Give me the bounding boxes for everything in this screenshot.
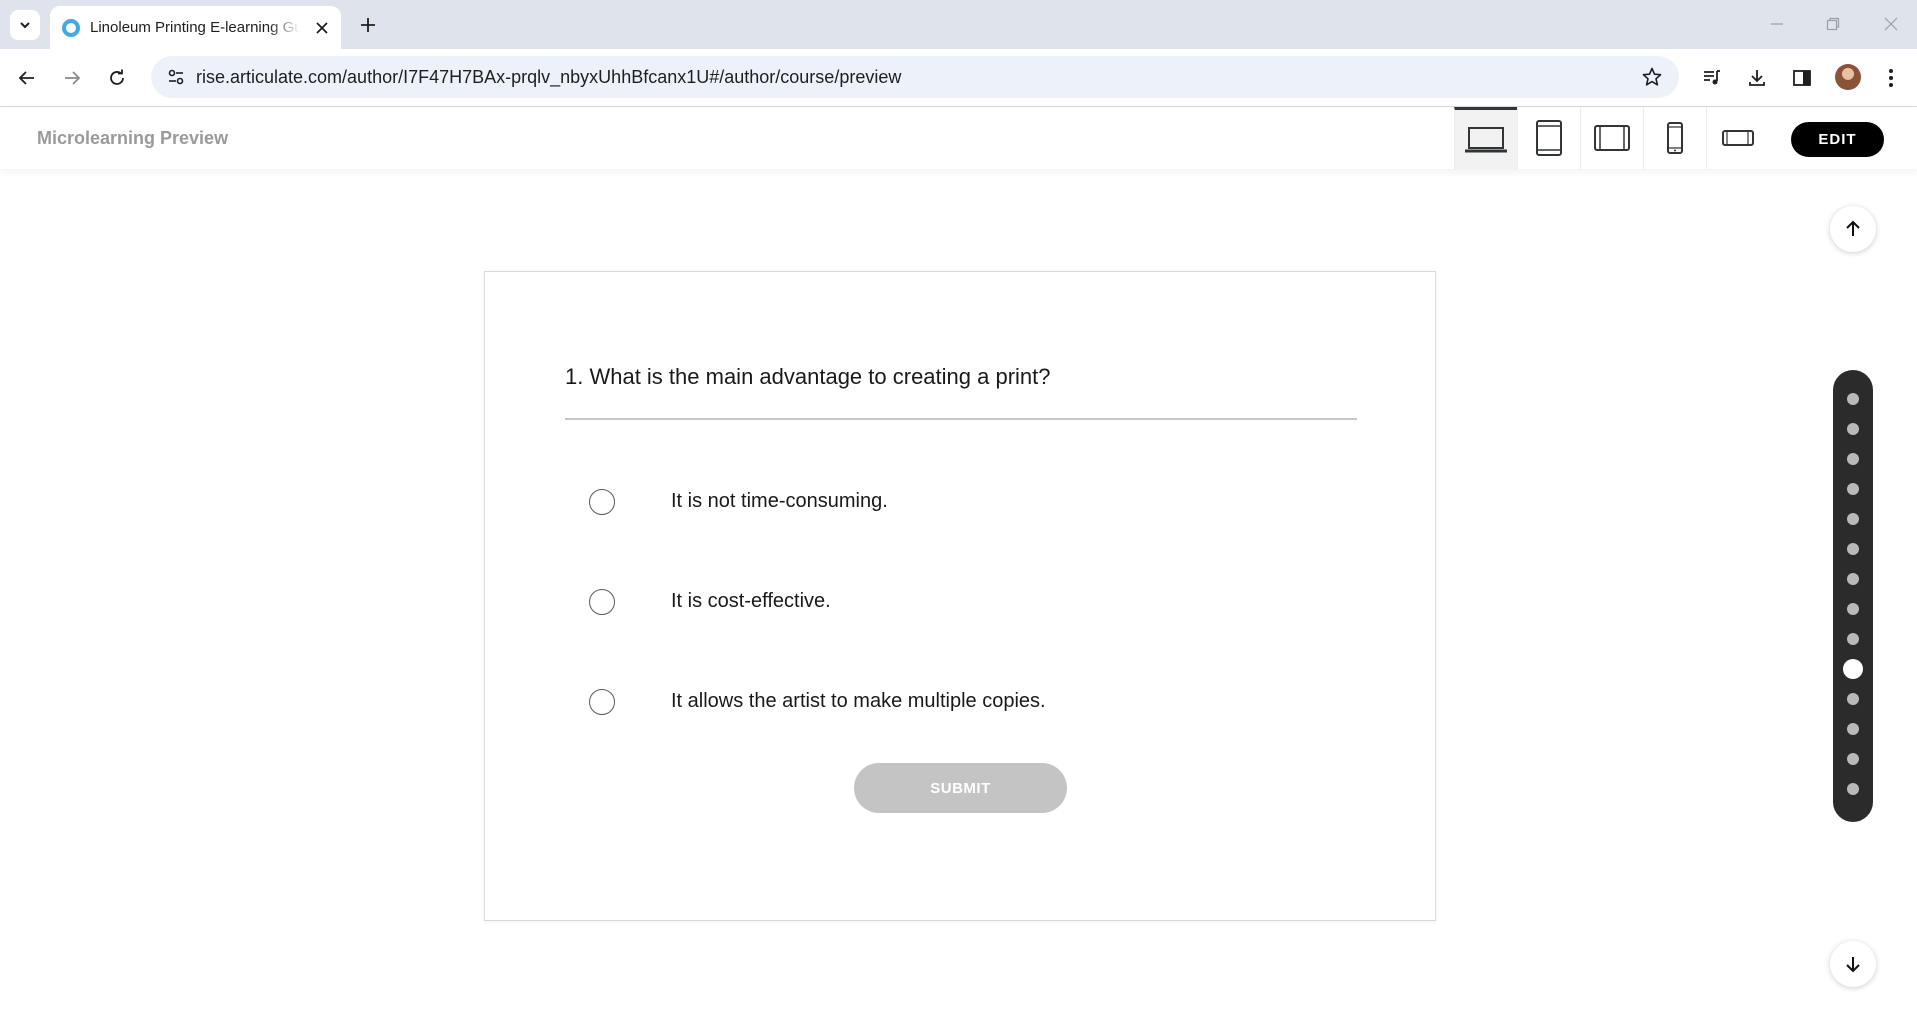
tablet-landscape-preview-button[interactable] [1580,107,1643,169]
answer-option[interactable]: It is cost-effective. [589,581,1289,621]
restore-button[interactable] [1818,9,1848,39]
plus-icon [361,18,375,32]
downloads-button[interactable] [1741,62,1773,94]
side-panel-icon [1793,70,1811,86]
reload-button[interactable] [101,62,133,94]
progress-dot[interactable] [1847,513,1859,525]
browser-tabstrip: Linoleum Printing E-learning Gu [0,0,1917,49]
arrow-right-icon [65,71,81,85]
tab-search-button[interactable] [10,10,40,40]
minimize-button[interactable] [1762,9,1792,39]
tune-icon [168,69,184,85]
progress-dot[interactable] [1847,543,1859,555]
close-icon [316,22,328,34]
reload-icon [110,69,124,85]
new-tab-button[interactable] [354,11,382,39]
window-close-button[interactable] [1876,9,1906,39]
profile-avatar[interactable] [1835,64,1861,90]
forward-button[interactable] [56,62,88,94]
preview-header: Microlearning Preview EDIT [0,107,1917,169]
media-controls-button[interactable] [1696,62,1728,94]
queue-music-icon [1704,70,1720,85]
radio-button[interactable] [589,489,615,515]
arrow-down-icon [1846,957,1860,973]
phone-landscape-preview-button[interactable] [1706,107,1769,169]
address-bar[interactable]: rise.articulate.com/author/I7F47H7BAx-pr… [151,56,1679,98]
tab-title: Linoleum Printing E-learning Gu [90,19,300,36]
device-preview-switcher [1454,107,1769,169]
progress-dot[interactable] [1847,783,1859,795]
progress-dot[interactable] [1847,603,1859,615]
progress-dot[interactable] [1847,573,1859,585]
progress-dot[interactable] [1847,633,1859,645]
star-icon [1642,67,1662,86]
progress-dot[interactable] [1847,693,1859,705]
progress-dot[interactable] [1847,483,1859,495]
question-divider [565,418,1357,420]
restore-icon [1826,17,1840,31]
quiz-card: 1. What is the main advantage to creatin… [484,271,1436,921]
arrow-left-icon [18,71,34,85]
browser-tab-active[interactable]: Linoleum Printing E-learning Gu [50,6,341,49]
chevron-down-icon [20,22,30,29]
side-panel-button[interactable] [1786,62,1818,94]
close-icon [1884,17,1898,31]
site-info-button[interactable] [161,62,191,92]
tablet-landscape-icon [1594,125,1630,151]
rise-favicon-icon [62,19,80,37]
answer-option-label: It allows the artist to make multiple co… [671,690,1046,712]
laptop-icon [1465,126,1507,152]
tablet-portrait-preview-button[interactable] [1517,107,1580,169]
url-text[interactable]: rise.articulate.com/author/I7F47H7BAx-pr… [196,56,901,98]
more-vertical-icon [1889,69,1893,87]
submit-button[interactable]: SUBMIT [854,763,1067,813]
progress-dot[interactable] [1847,393,1859,405]
back-button[interactable] [11,62,43,94]
arrow-up-icon [1846,220,1860,236]
progress-dot[interactable] [1847,423,1859,435]
progress-dot[interactable] [1847,723,1859,735]
radio-button[interactable] [589,589,615,615]
radio-button[interactable] [589,689,615,715]
progress-dot[interactable] [1847,753,1859,765]
minimize-icon [1771,23,1783,25]
progress-dot[interactable] [1847,453,1859,465]
browser-menu-button[interactable] [1875,62,1907,94]
scroll-down-button[interactable] [1830,941,1876,987]
bookmark-button[interactable] [1637,62,1667,92]
phone-landscape-icon [1722,130,1754,146]
answer-option-label: It is cost-effective. [671,590,831,612]
progress-dot-current[interactable] [1843,659,1863,679]
answer-option-label: It is not time-consuming. [671,490,888,512]
desktop-preview-button[interactable] [1454,107,1517,169]
answer-option[interactable]: It is not time-consuming. [589,481,1289,521]
scroll-up-button[interactable] [1830,206,1876,252]
lesson-progress-rail [1833,370,1873,822]
answer-option[interactable]: It allows the artist to make multiple co… [589,681,1289,721]
preview-title: Microlearning Preview [37,128,229,148]
edit-button[interactable]: EDIT [1791,122,1884,157]
browser-toolbar: rise.articulate.com/author/I7F47H7BAx-pr… [0,49,1917,107]
download-icon [1749,70,1765,86]
question-text: 1. What is the main advantage to creatin… [565,364,1051,389]
tab-close-button[interactable] [312,18,332,38]
phone-portrait-preview-button[interactable] [1643,107,1706,169]
tablet-portrait-icon [1536,120,1562,156]
phone-portrait-icon [1667,122,1683,154]
